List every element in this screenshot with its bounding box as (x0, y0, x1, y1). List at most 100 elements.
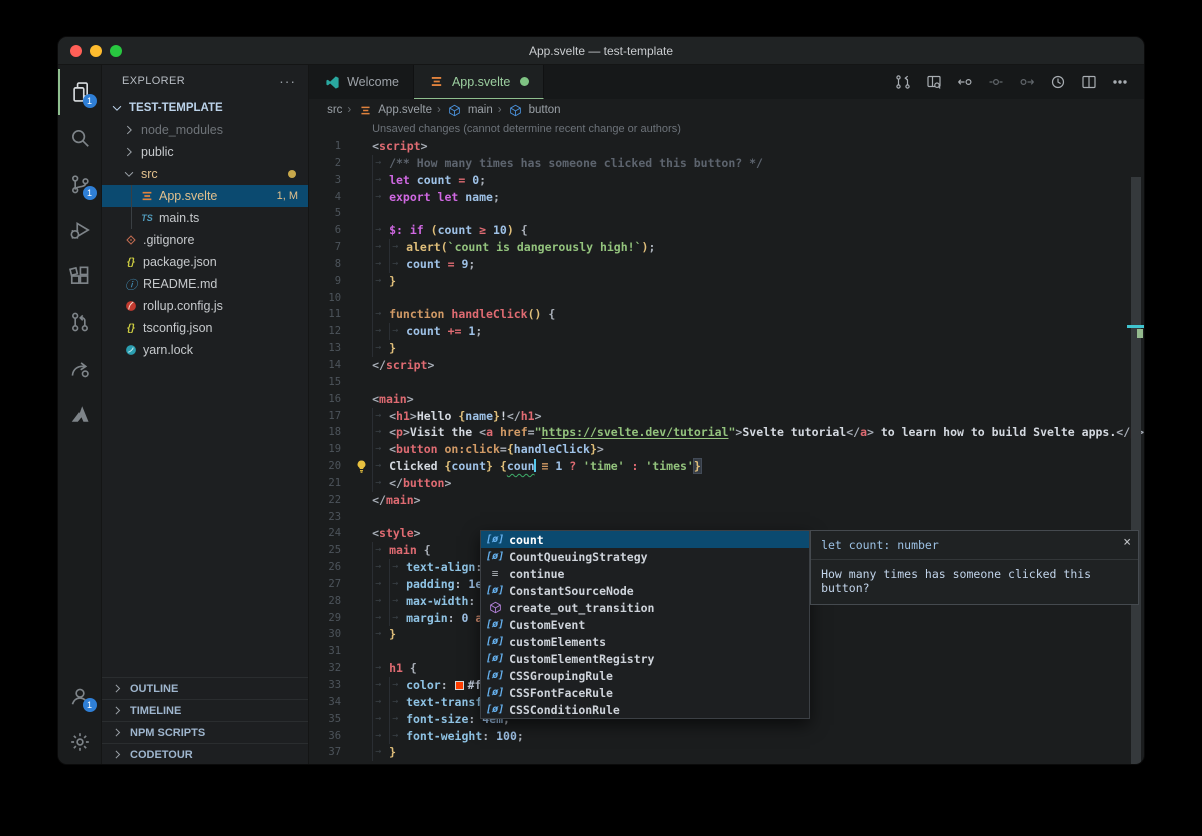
code-line-3[interactable]: 3→let count = 0; (309, 172, 1144, 189)
activity-source-control[interactable]: 1 (58, 161, 102, 207)
modified-dot[interactable] (520, 77, 529, 86)
section-timeline[interactable]: TIMELINE (102, 699, 308, 721)
current-change-icon[interactable] (984, 70, 1008, 94)
completion-label: count (509, 533, 544, 547)
code-line-21[interactable]: 21→</button> (309, 475, 1144, 492)
file-item-node_modules[interactable]: node_modules (102, 119, 308, 141)
code-line-6[interactable]: 6→$: if (count ≥ 10) { (309, 222, 1144, 239)
code-line-16[interactable]: 16<main> (309, 391, 1144, 408)
activity-extensions[interactable] (58, 253, 102, 299)
close-window-button[interactable] (70, 45, 82, 57)
section-outline[interactable]: OUTLINE (102, 677, 308, 699)
completion-item-CustomElementRegistry[interactable]: [ø]CustomElementRegistry (481, 650, 809, 667)
activity-explorer[interactable]: 1 (58, 69, 102, 115)
section-npm-scripts[interactable]: NPM SCRIPTS (102, 721, 308, 743)
activity-run-debug[interactable] (58, 207, 102, 253)
completion-item-create_out_transition[interactable]: create_out_transition (481, 599, 809, 616)
code-line-8[interactable]: 8→→count = 9; (309, 256, 1144, 273)
chev-right-icon (108, 704, 126, 717)
breadcrumb-main[interactable]: main (446, 104, 493, 117)
completion-item-CSSFontFaceRule[interactable]: [ø]CSSFontFaceRule (481, 684, 809, 701)
line-number: 29 (309, 610, 355, 627)
completion-item-CustomEvent[interactable]: [ø]CustomEvent (481, 616, 809, 633)
line-number: 21 (309, 475, 355, 492)
code-line-19[interactable]: 19→<button on:click={handleClick}> (309, 441, 1144, 458)
activity-settings[interactable] (58, 719, 102, 765)
code-line-20[interactable]: 20→Clicked {count} {coun ≡ 1 ? 'time' : … (309, 458, 1144, 475)
file-label: package.json (143, 255, 308, 269)
file-history-icon[interactable] (1046, 70, 1070, 94)
file-item-App.svelte[interactable]: App.svelte 1, M (102, 185, 308, 207)
section-codetour[interactable]: CODETOUR (102, 743, 308, 765)
code-line-14[interactable]: 14</script> (309, 357, 1144, 374)
tab-welcome[interactable]: Welcome (309, 65, 414, 99)
file-item-yarn.lock[interactable]: yarn.lock (102, 339, 308, 361)
file-item-package.json[interactable]: {}package.json (102, 251, 308, 273)
color-swatch[interactable] (455, 681, 464, 690)
minimize-window-button[interactable] (90, 45, 102, 57)
more-actions-icon[interactable]: ··· (279, 73, 296, 89)
tab-whitespace: → (372, 424, 389, 441)
breadcrumb-src[interactable]: src (327, 104, 342, 116)
code-line-12[interactable]: 12→→count += 1; (309, 323, 1144, 340)
split-editor-icon[interactable] (1077, 70, 1101, 94)
variable-icon: [ø] (485, 653, 505, 664)
file-item-src[interactable]: src (102, 163, 308, 185)
code-line-17[interactable]: 17→<h1>Hello {name}!</h1> (309, 408, 1144, 425)
code-line-13[interactable]: 13→} (309, 340, 1144, 357)
tab-app-svelte[interactable]: App.svelte (414, 65, 544, 99)
completion-item-CountQueuingStrategy[interactable]: [ø]CountQueuingStrategy (481, 548, 809, 565)
code-line-7[interactable]: 7→→alert(`count is dangerously high!`); (309, 239, 1144, 256)
close-icon[interactable]: × (1123, 535, 1131, 550)
completion-item-CSSGroupingRule[interactable]: [ø]CSSGroupingRule (481, 667, 809, 684)
next-change-icon[interactable] (1015, 70, 1039, 94)
file-item-tsconfig.json[interactable]: {}tsconfig.json (102, 317, 308, 339)
tab-whitespace: → (372, 593, 389, 610)
completion-item-ConstantSourceNode[interactable]: [ø]ConstantSourceNode (481, 582, 809, 599)
variable-icon: [ø] (485, 534, 505, 545)
open-preview-icon[interactable] (922, 70, 946, 94)
file-item-public[interactable]: public (102, 141, 308, 163)
scrollbar[interactable] (1131, 177, 1141, 765)
breadcrumb-button[interactable]: button (507, 104, 561, 117)
file-item-README.md[interactable]: ⓘREADME.md (102, 273, 308, 295)
activity-azure[interactable] (58, 391, 102, 437)
completion-item-count[interactable]: [ø] count (481, 531, 809, 548)
lightbulb-icon[interactable] (354, 459, 369, 474)
code-line-2[interactable]: 2→/** How many times has someone clicked… (309, 155, 1144, 172)
completion-item-continue[interactable]: ≡continue (481, 565, 809, 582)
code-line-1[interactable]: 1<script> (309, 138, 1144, 155)
code-line-4[interactable]: 4→export let name; (309, 189, 1144, 206)
code-line-5[interactable]: 5 (309, 205, 1144, 222)
file-item-rollup.config.js[interactable]: rollup.config.js (102, 295, 308, 317)
code-line-10[interactable]: 10 (309, 290, 1144, 307)
code-line-36[interactable]: 36→→font-weight: 100; (309, 728, 1144, 745)
source-control-graph-icon[interactable] (891, 70, 915, 94)
breadcrumb-App.svelte[interactable]: App.svelte (356, 104, 432, 117)
activity-github-pr[interactable] (58, 299, 102, 345)
activity-live-share[interactable] (58, 345, 102, 391)
tab-whitespace: → (372, 576, 389, 593)
zoom-window-button[interactable] (110, 45, 122, 57)
code-line-18[interactable]: 18→<p>Visit the <a href="https://svelte.… (309, 424, 1144, 441)
section-label: CODETOUR (130, 749, 193, 761)
code-line-15[interactable]: 15 (309, 374, 1144, 391)
activity-accounts[interactable]: 1 (58, 673, 102, 719)
tree-root-test-template[interactable]: TEST-TEMPLATE (102, 97, 308, 119)
code-line-9[interactable]: 9→} (309, 273, 1144, 290)
line-number: 24 (309, 525, 355, 542)
activity-search[interactable] (58, 115, 102, 161)
code-line-22[interactable]: 22</main> (309, 492, 1144, 509)
more-actions-icon[interactable] (1108, 70, 1132, 94)
completion-item-customElements[interactable]: [ø]customElements (481, 633, 809, 650)
completion-item-CSSConditionRule[interactable]: [ø]CSSConditionRule (481, 701, 809, 718)
code-area[interactable]: Unsaved changes (cannot determine recent… (309, 121, 1144, 765)
code-line-37[interactable]: 37→} (309, 744, 1144, 761)
file-item-.gitignore[interactable]: .gitignore (102, 229, 308, 251)
codelens-blame[interactable]: Unsaved changes (cannot determine recent… (309, 121, 1144, 138)
file-item-main.ts[interactable]: TSmain.ts (102, 207, 308, 229)
previous-change-icon[interactable] (953, 70, 977, 94)
code-line-11[interactable]: 11→function handleClick() { (309, 306, 1144, 323)
tab-whitespace: → (372, 475, 389, 492)
code-line-23[interactable]: 23 (309, 509, 1144, 526)
